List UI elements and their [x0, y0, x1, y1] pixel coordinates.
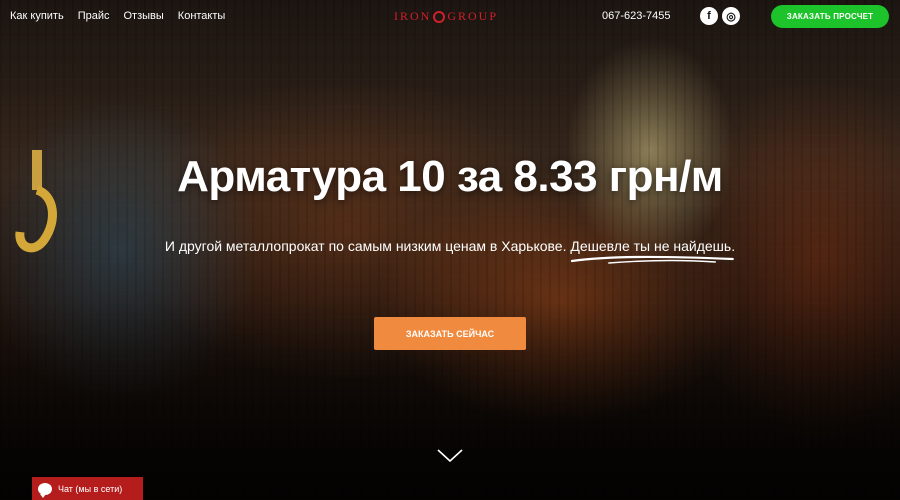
hero-subtitle-highlight: Дешевле ты не найдешь.: [570, 238, 736, 254]
hero-subtitle-highlight-wrap: Дешевле ты не найдешь.: [570, 238, 736, 264]
chevron-down-icon[interactable]: [437, 449, 463, 463]
logo-text-right: GROUP: [447, 9, 499, 23]
chat-bubble-icon: [38, 482, 52, 498]
social-links: f ◎: [700, 7, 740, 25]
nav-reviews[interactable]: Отзывы: [124, 10, 164, 22]
main-nav: Как купить Прайс Отзывы Контакты: [10, 10, 225, 22]
order-now-button[interactable]: ЗАКАЗАТЬ СЕЙЧАС: [374, 317, 526, 350]
hero-title: Арматура 10 за 8.33 грн/м: [177, 152, 723, 201]
hero-subtitle: И другой металлопрокат по самым низким ц…: [0, 238, 900, 264]
order-quote-button[interactable]: ЗАКАЗАТЬ ПРОСЧЕТ: [771, 5, 889, 28]
site-header: Как купить Прайс Отзывы Контакты IRON GR…: [0, 0, 900, 34]
hero-subtitle-text: И другой металлопрокат по самым низким ц…: [164, 238, 567, 254]
nav-price[interactable]: Прайс: [78, 10, 110, 22]
underline-squiggle: [571, 255, 735, 264]
nav-contacts[interactable]: Контакты: [178, 10, 226, 22]
chat-label: Чат (мы в сети): [58, 483, 123, 494]
phone-number[interactable]: 067-623-7455: [602, 10, 671, 22]
logo-text-left: IRON: [394, 9, 432, 23]
chat-widget[interactable]: Чат (мы в сети): [32, 477, 143, 500]
brand-logo[interactable]: IRON GROUP: [394, 9, 498, 24]
facebook-icon[interactable]: f: [700, 7, 718, 25]
horseshoe-icon: [433, 10, 446, 23]
instagram-icon[interactable]: ◎: [722, 7, 740, 25]
nav-how-to-buy[interactable]: Как купить: [10, 10, 64, 22]
